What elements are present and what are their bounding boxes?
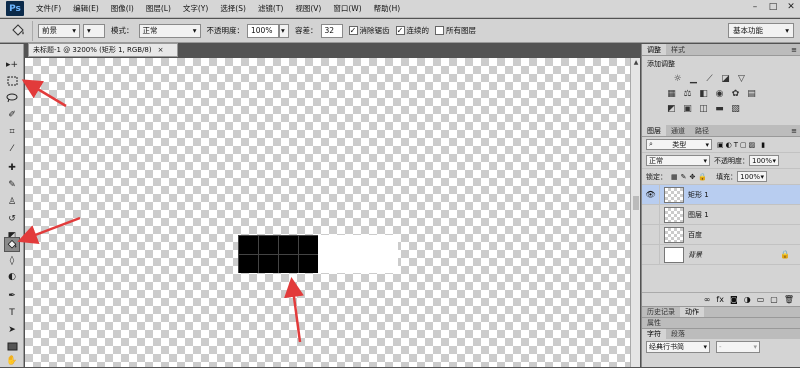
invert-icon[interactable]: ◩: [666, 104, 677, 115]
layer-filter-select[interactable]: ⌕ 类型 ▾: [646, 139, 712, 150]
adjustment-icons-row-2: ▦ ⚖ ◧ ◉ ✿ ▤: [642, 87, 800, 102]
right-panel-dock: 调整 样式 ≡ 添加调整 ☼ ▁ ⟋ ◪ ▽ ▦ ⚖ ◧ ◉ ✿ ▤ ◩ ▣ ◫…: [641, 44, 800, 367]
curves-icon[interactable]: ⟋: [704, 74, 715, 85]
add-mask-icon[interactable]: ◙: [730, 295, 738, 304]
panel-menu-icon[interactable]: ≡: [791, 44, 800, 55]
layer-row-rectangle-1[interactable]: 👁 矩形 1: [642, 184, 800, 205]
eye-icon[interactable]: 👁: [642, 184, 660, 205]
exposure-icon[interactable]: ◪: [720, 74, 731, 85]
arrow-to-marquee: [21, 79, 67, 108]
fill-input[interactable]: 100% ▾: [737, 171, 768, 182]
brightness-icon[interactable]: ☼: [672, 74, 683, 85]
visibility-toggle[interactable]: [642, 224, 660, 245]
adjustments-title: 添加调整: [647, 60, 675, 68]
layer-opacity-label: 不透明度：: [714, 156, 749, 165]
layers-empty-area: [642, 265, 800, 292]
layer-row-baidu[interactable]: 百度: [642, 224, 800, 245]
photo-filter-icon[interactable]: ◉: [714, 89, 725, 100]
vibrance-icon[interactable]: ▽: [736, 74, 747, 85]
search-icon: ⌕: [649, 140, 653, 148]
properties-tabs: 属性: [642, 317, 800, 328]
delete-layer-icon[interactable]: 🗑: [784, 295, 794, 304]
black-white-icon[interactable]: ◧: [698, 89, 709, 100]
adjustment-icons-row-1: ☼ ▁ ⟋ ◪ ▽: [642, 72, 800, 87]
font-family-select[interactable]: 经典行书简 ▾: [646, 341, 710, 353]
visibility-toggle[interactable]: [642, 244, 660, 265]
tab-character[interactable]: 字符: [642, 329, 666, 339]
new-adjustment-icon[interactable]: ◑: [744, 295, 751, 304]
tab-history[interactable]: 历史记录: [642, 307, 680, 317]
tab-properties[interactable]: 属性: [642, 318, 666, 328]
hue-saturation-icon[interactable]: ▦: [666, 89, 677, 100]
new-layer-icon[interactable]: ▢: [770, 295, 778, 304]
layers-bottom-bar: ∞ fx ◙ ◑ ▭ ▢ 🗑: [642, 292, 800, 306]
layer-thumbnail: [664, 246, 684, 263]
visibility-toggle[interactable]: [642, 204, 660, 225]
new-group-icon[interactable]: ▭: [757, 295, 765, 304]
layer-name[interactable]: 百度: [688, 230, 702, 240]
history-tabs: 历史记录 动作: [642, 306, 800, 317]
chevron-down-icon: ▾: [703, 343, 707, 351]
fill-label: 填充：: [716, 172, 738, 181]
tab-styles[interactable]: 样式: [666, 44, 690, 55]
chevron-down-icon: ▾: [753, 343, 757, 351]
layer-name[interactable]: 矩形 1: [688, 190, 709, 200]
link-layers-icon[interactable]: ∞: [704, 295, 711, 304]
character-tabs: 字符 段落: [642, 328, 800, 339]
arrow-to-shape: [284, 277, 304, 343]
panel-menu-icon[interactable]: ≡: [791, 125, 800, 136]
blend-mode-select[interactable]: 正常 ▾: [646, 155, 710, 166]
adjustments-tabs: 调整 样式 ≡: [642, 44, 800, 56]
color-balance-icon[interactable]: ⚖: [682, 89, 693, 100]
threshold-icon[interactable]: ◫: [698, 104, 709, 115]
tab-layers[interactable]: 图层: [642, 125, 666, 136]
tab-actions[interactable]: 动作: [680, 307, 704, 317]
layer-name[interactable]: 背景: [688, 250, 702, 260]
font-style-select[interactable]: - ▾: [716, 341, 760, 353]
layers-tabs: 图层 通道 路径 ≡: [642, 125, 800, 137]
layer-row-background[interactable]: 背景 🔒: [642, 244, 800, 265]
gradient-map-icon[interactable]: ▬: [714, 104, 725, 115]
layer-thumbnail: [664, 186, 684, 203]
posterize-icon[interactable]: ▣: [682, 104, 693, 115]
layer-thumbnail: [664, 226, 684, 243]
filter-toggle-icon[interactable]: ▮: [761, 141, 765, 149]
layer-name[interactable]: 图层 1: [688, 210, 709, 220]
font-row: 经典行书简 ▾ - ▾: [642, 339, 800, 355]
channel-mixer-icon[interactable]: ✿: [730, 89, 741, 100]
lock-options-icons[interactable]: ▦✎✥🔒: [671, 173, 710, 181]
lock-fill-row: 锁定： ▦✎✥🔒 填充： 100% ▾: [642, 169, 800, 185]
tab-adjustments[interactable]: 调整: [642, 44, 666, 55]
lock-icon: 🔒: [780, 250, 790, 259]
tab-paths[interactable]: 路径: [690, 125, 714, 136]
layer-row-layer-1[interactable]: 图层 1: [642, 204, 800, 225]
chevron-down-icon: ▾: [705, 140, 709, 149]
layer-style-icon[interactable]: fx: [716, 295, 724, 304]
selective-color-icon[interactable]: ▧: [730, 104, 741, 115]
blend-opacity-row: 正常 ▾ 不透明度： 100% ▾: [642, 153, 800, 169]
arrow-to-paint-bucket: [17, 216, 81, 245]
layer-thumbnail: [664, 206, 684, 223]
lock-label: 锁定：: [646, 172, 667, 181]
color-lookup-icon[interactable]: ▤: [746, 89, 757, 100]
tab-paragraph[interactable]: 段落: [666, 329, 690, 339]
tab-channels[interactable]: 通道: [666, 125, 690, 136]
layer-filter-icons[interactable]: ▣◐T▢▨: [717, 141, 757, 149]
adjustment-icons-row-3: ◩ ▣ ◫ ▬ ▧: [642, 102, 800, 117]
layer-filter-row: ⌕ 类型 ▾ ▣◐T▢▨ ▮: [642, 137, 800, 153]
chevron-down-icon: ▾: [760, 172, 765, 181]
levels-icon[interactable]: ▁: [688, 74, 699, 85]
chevron-down-icon: ▾: [703, 156, 707, 165]
chevron-down-icon: ▾: [772, 156, 776, 165]
layer-opacity-input[interactable]: 100% ▾: [749, 155, 779, 166]
